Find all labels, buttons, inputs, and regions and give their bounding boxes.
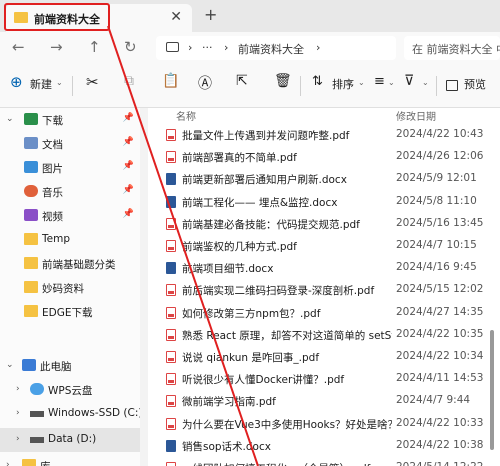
annotation-arrow (107, 25, 259, 466)
annotation-line (107, 25, 259, 466)
